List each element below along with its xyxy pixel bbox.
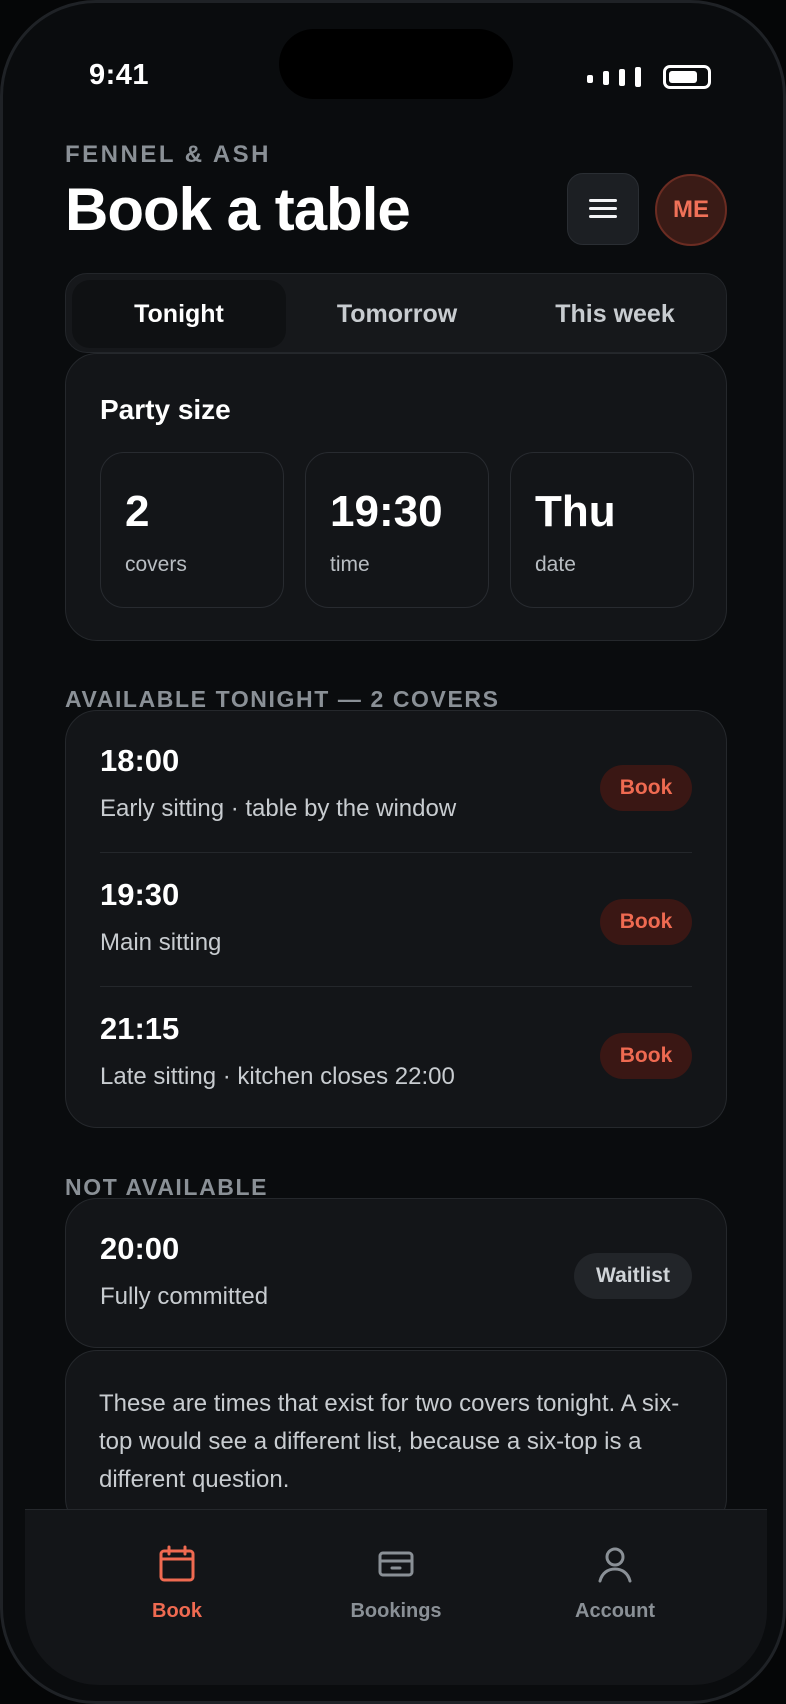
- available-heading: AVAILABLE TONIGHT — 2 COVERS: [65, 686, 500, 712]
- slot-description: Late sitting · kitchen closes 22:00: [100, 1063, 455, 1090]
- slot-description: Main sitting: [100, 929, 222, 956]
- page-title: Book a table: [65, 176, 411, 243]
- info-note-card: These are times that exist for two cover…: [65, 1350, 727, 1530]
- tab-tomorrow[interactable]: Tomorrow: [290, 280, 504, 348]
- not-available-heading: NOT AVAILABLE: [65, 1174, 269, 1200]
- menu-button[interactable]: [567, 173, 639, 245]
- avatar[interactable]: ME: [655, 174, 727, 246]
- available-slots-list: 18:00 Early sitting · table by the windo…: [65, 710, 727, 1128]
- calendar-icon: [159, 1545, 195, 1582]
- nav-bookings[interactable]: Bookings: [296, 1544, 496, 1634]
- date-label: date: [535, 553, 576, 576]
- nav-book[interactable]: Book: [77, 1544, 277, 1634]
- book-button[interactable]: Book: [600, 899, 692, 945]
- phone-frame: 9:41 FENNEL & ASH Book a table ME Tonigh…: [0, 0, 786, 1704]
- nav-bookings-label: Bookings: [350, 1600, 442, 1622]
- nav-account-label: Account: [575, 1600, 655, 1622]
- covers-label: covers: [125, 553, 187, 576]
- person-icon: [598, 1547, 632, 1583]
- slot-time: 20:00: [100, 1231, 180, 1266]
- date-value: Thu: [535, 487, 616, 536]
- restaurant-name: FENNEL & ASH: [65, 141, 272, 168]
- list-item: 21:15 Late sitting · kitchen closes 22:0…: [100, 979, 692, 1113]
- hamburger-icon: [589, 199, 617, 219]
- party-size-title: Party size: [100, 394, 231, 425]
- status-time: 9:41: [89, 59, 150, 91]
- nav-book-label: Book: [152, 1600, 202, 1622]
- list-item: 19:30 Main sitting Book: [100, 845, 692, 979]
- time-selector[interactable]: 19:30 time: [305, 452, 489, 608]
- time-value: 19:30: [330, 487, 443, 536]
- bottom-navigation: Book Bookings Account: [25, 1509, 767, 1685]
- slot-description: Early sitting · table by the window: [100, 795, 457, 822]
- time-label: time: [330, 553, 370, 576]
- slot-time: 18:00: [100, 743, 180, 778]
- party-size-card: Party size 2 covers 19:30 time Thu date: [65, 353, 727, 641]
- date-tabs: Tonight Tomorrow This week: [65, 273, 727, 353]
- covers-value: 2: [125, 487, 150, 536]
- covers-selector[interactable]: 2 covers: [100, 452, 284, 608]
- signal-icon: [587, 67, 641, 87]
- date-selector[interactable]: Thu date: [510, 452, 694, 608]
- slot-description: Fully committed: [100, 1283, 269, 1310]
- list-item: 18:00 Early sitting · table by the windo…: [100, 711, 692, 845]
- status-bar: 9:41: [3, 3, 783, 153]
- dynamic-island: [279, 29, 513, 99]
- waitlist-button[interactable]: Waitlist: [574, 1253, 692, 1299]
- slot-time: 19:30: [100, 877, 180, 912]
- slot-time: 21:15: [100, 1011, 180, 1046]
- info-note-text: These are times that exist for two cover…: [99, 1390, 680, 1493]
- card-icon: [378, 1551, 414, 1577]
- book-button[interactable]: Book: [600, 1033, 692, 1079]
- book-button[interactable]: Book: [600, 765, 692, 811]
- nav-account[interactable]: Account: [515, 1544, 715, 1634]
- tab-tonight[interactable]: Tonight: [72, 280, 286, 348]
- unavailable-slots-list: 20:00 Fully committed Waitlist: [65, 1198, 727, 1348]
- tab-this-week[interactable]: This week: [508, 280, 722, 348]
- battery-icon: [663, 65, 711, 89]
